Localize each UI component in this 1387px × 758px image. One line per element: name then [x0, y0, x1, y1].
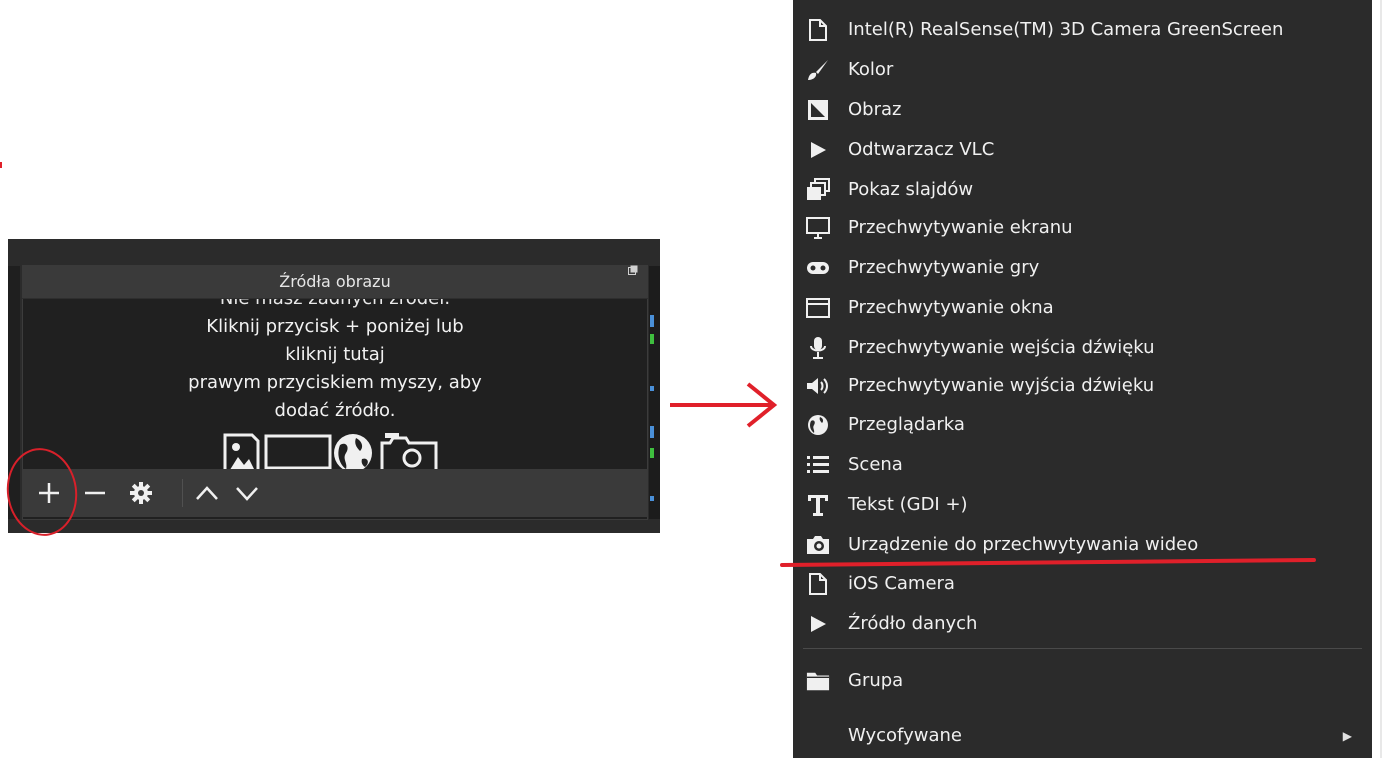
annotation-arrow-icon: [670, 382, 778, 428]
menu-item-label: iOS Camera: [848, 573, 955, 594]
window-icon: [806, 296, 830, 320]
globe-icon: [806, 413, 830, 437]
message-line-4: dodać źródło.: [274, 400, 396, 421]
menu-separator: [803, 648, 1362, 649]
monitor-icon: [264, 434, 332, 469]
menu-item-label: Przechwytywanie ekranu: [848, 217, 1073, 238]
speaker-icon: [806, 374, 830, 398]
text-icon: [806, 493, 830, 517]
move-up-button[interactable]: [188, 473, 226, 513]
remove-icon: [85, 491, 105, 495]
sources-toolbar: [22, 469, 648, 517]
menu-item-obraz[interactable]: Obraz: [793, 90, 1372, 130]
globe-icon: [334, 434, 372, 469]
menu-item-audio-input[interactable]: Przechwytywanie wejścia dźwięku: [793, 328, 1372, 368]
menu-item-scene[interactable]: Scena: [793, 445, 1372, 485]
message-partial-line: Nie masz żadnych źródeł.: [22, 299, 648, 313]
toolbar-separator: [182, 479, 183, 507]
menu-item-label: Wycofywane: [848, 725, 962, 746]
message-line-1: Kliknij przycisk + poniżej lub: [206, 316, 464, 337]
gamepad-icon: [806, 256, 830, 280]
source-type-icons: [222, 433, 452, 469]
message-line-3: prawym przyciskiem myszy, aby: [188, 372, 482, 393]
camera-icon: [806, 533, 830, 557]
menu-item-kolor[interactable]: Kolor: [793, 50, 1372, 90]
menu-item-label: Przechwytywanie wejścia dźwięku: [848, 337, 1155, 358]
menu-item-label: Intel(R) RealSense(TM) 3D Camera GreenSc…: [848, 19, 1284, 40]
menu-item-browser[interactable]: Przeglądarka: [793, 405, 1372, 445]
menu-item-text[interactable]: Tekst (GDI +): [793, 485, 1372, 525]
menu-item-label: Obraz: [848, 99, 902, 120]
menu-item-window-capture[interactable]: Przechwytywanie okna: [793, 288, 1372, 328]
move-up-icon: [196, 486, 218, 500]
move-down-icon: [236, 487, 258, 501]
menu-item-label: Przechwytywanie gry: [848, 257, 1040, 278]
play-icon: [806, 138, 830, 162]
menu-item-group[interactable]: Grupa: [793, 661, 1372, 701]
menu-item-label: Odtwarzacz VLC: [848, 139, 995, 160]
move-down-button[interactable]: [228, 473, 266, 513]
menu-item-screen-capture[interactable]: Przechwytywanie ekranu: [793, 208, 1372, 248]
menu-item-ios-camera[interactable]: iOS Camera: [793, 564, 1372, 604]
brush-icon: [806, 58, 830, 82]
menu-item-label: Źródło danych: [848, 613, 978, 634]
menu-item-label: Grupa: [848, 670, 904, 691]
menu-item-label: Kolor: [848, 59, 894, 80]
annotation-dot: [0, 162, 2, 168]
add-source-menu: Intel(R) RealSense(TM) 3D Camera GreenSc…: [793, 0, 1372, 758]
menu-item-data-source[interactable]: Źródło danych: [793, 604, 1372, 644]
sources-dock-title: Źródła obrazu: [22, 265, 648, 299]
menu-item-label: Przechwytywanie wyjścia dźwięku: [848, 375, 1155, 396]
document-icon: [806, 572, 830, 596]
menu-item-vlc[interactable]: Odtwarzacz VLC: [793, 130, 1372, 170]
menu-item-game-capture[interactable]: Przechwytywanie gry: [793, 248, 1372, 288]
submenu-arrow-icon: ▶: [1342, 729, 1352, 743]
document-icon: [806, 18, 830, 42]
message-line-2: kliknij tutaj: [285, 344, 385, 365]
sources-dock: Źródła obrazu Nie masz żadnych źródeł. K…: [8, 239, 660, 533]
remove-source-button[interactable]: [76, 473, 114, 513]
sources-title-label: Źródła obrazu: [279, 272, 391, 291]
slides-icon: [806, 178, 830, 202]
menu-item-slideshow[interactable]: Pokaz slajdów: [793, 170, 1372, 210]
folder-icon: [806, 669, 830, 693]
menu-item-realsense[interactable]: Intel(R) RealSense(TM) 3D Camera GreenSc…: [793, 10, 1372, 50]
play-icon: [806, 612, 830, 636]
page-edge-line: [1380, 0, 1382, 758]
image-icon: [223, 433, 260, 469]
list-icon: [806, 453, 830, 477]
undock-icon[interactable]: [628, 265, 638, 275]
source-properties-button[interactable]: [122, 473, 160, 513]
menu-item-audio-output[interactable]: Przechwytywanie wyjścia dźwięku: [793, 366, 1372, 406]
menu-item-label: Tekst (GDI +): [848, 494, 968, 515]
menu-item-label: Scena: [848, 454, 903, 475]
menu-item-label: Przechwytywanie okna: [848, 297, 1054, 318]
menu-item-deprecated[interactable]: Wycofywane ▶: [793, 716, 1372, 756]
camera-icon: [380, 433, 438, 469]
audio-mixer-edge: [649, 266, 660, 519]
annotation-underline: [780, 558, 1316, 567]
menu-item-label: Przeglądarka: [848, 414, 965, 435]
monitor-icon: [806, 216, 830, 240]
microphone-icon: [806, 336, 830, 360]
menu-item-label: Pokaz slajdów: [848, 179, 974, 200]
gear-icon: [130, 482, 152, 504]
image-icon: [806, 98, 830, 122]
